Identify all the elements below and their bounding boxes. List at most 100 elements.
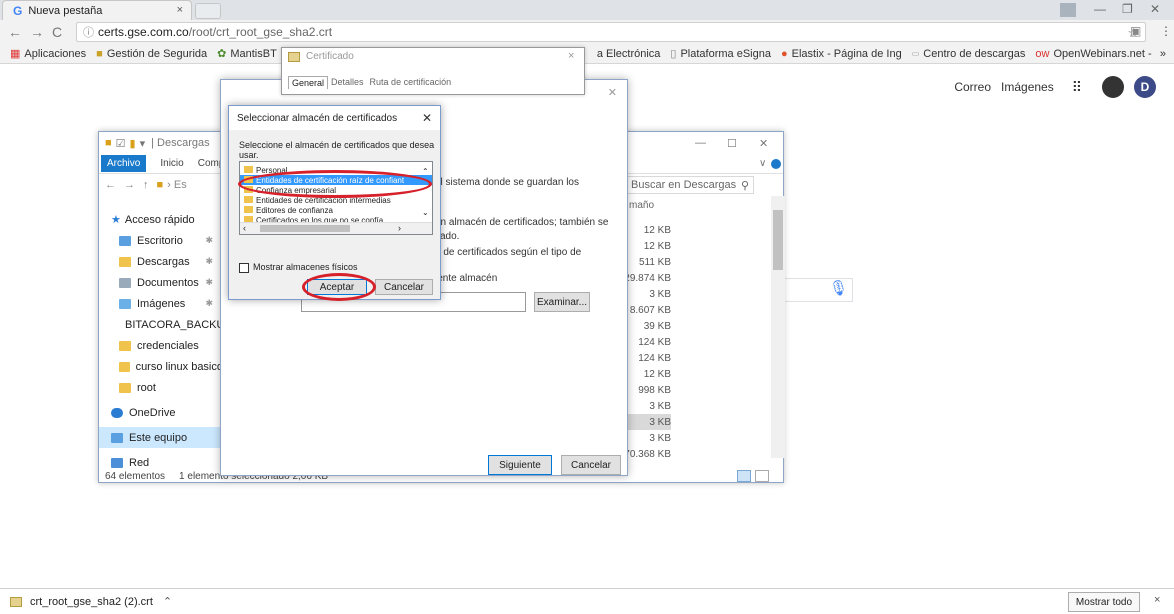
address-bar[interactable]: ⓘ certs.gse.com.co/root/crt_root_gse_sha…	[76, 22, 1146, 42]
sidebar-item-escritorio[interactable]: Escritorio ✱	[99, 230, 223, 251]
explorer-sidebar: ★ Acceso rápido Escritorio ✱ Descargas ✱ Do…	[99, 196, 232, 469]
apps-icon: ▦	[10, 48, 21, 60]
bookmarks-more[interactable]: »	[1160, 48, 1166, 60]
pin-icon: ✱	[205, 277, 213, 287]
forward-icon[interactable]: →	[124, 179, 135, 191]
downloads-icon	[119, 256, 131, 267]
sidebar-item-quick-access[interactable]: ★ Acceso rápido	[99, 209, 223, 230]
menu-icon[interactable]: ⋮	[1160, 24, 1172, 38]
bug-icon: ✿	[217, 48, 227, 60]
dialog-title: Certificado	[306, 51, 354, 62]
scrollbar-thumb[interactable]	[773, 210, 783, 270]
bookmark-descargas[interactable]: ▭ Centro de descargas	[912, 48, 1026, 60]
download-item[interactable]: crt_root_gse_sha2 (2).crt	[30, 596, 153, 608]
scroll-down-icon[interactable]: ⌄	[422, 208, 429, 217]
tab-ruta[interactable]: Ruta de certificación	[367, 76, 455, 89]
address-path[interactable]: › Es	[167, 179, 187, 191]
maximize-icon[interactable]: ❐	[1122, 2, 1133, 16]
scroll-right-icon[interactable]: ›	[398, 223, 401, 233]
store-item[interactable]: Editores de confianza	[240, 205, 432, 215]
dialog-header: Seleccionar almacén de certificados	[229, 106, 440, 130]
details-view-icon[interactable]	[737, 470, 751, 482]
profile-icon[interactable]	[1060, 3, 1076, 17]
info-icon[interactable]: ⓘ	[83, 24, 94, 40]
bookmark-esigna[interactable]: ▯ Plataforma eSigna	[670, 47, 771, 61]
browse-button[interactable]: Examinar...	[534, 292, 590, 312]
close-icon[interactable]: ✕	[608, 86, 617, 99]
wizard-text-4: n de certificados según el tipo de	[435, 247, 582, 258]
bookmark-gestion[interactable]: ■ Gestión de Segurida	[96, 48, 207, 60]
wizard-text-1: el sistema donde se guardan los	[435, 177, 579, 188]
forward-icon[interactable]: →	[30, 24, 44, 40]
chevron-up-icon[interactable]: ⌃	[163, 595, 172, 608]
sidebar-item-este-equipo[interactable]: Este equipo	[99, 427, 223, 448]
horizontal-scrollbar[interactable]: ‹ ›	[240, 222, 432, 234]
cert-tabs: General Detalles Ruta de certificación	[288, 76, 454, 89]
show-physical-checkbox[interactable]	[239, 263, 249, 273]
bookmark-apps[interactable]: ▦ Aplicaciones	[10, 47, 86, 61]
status-count: 64 elementos	[105, 470, 166, 482]
scrollbar-thumb[interactable]	[260, 225, 350, 232]
bookmark-mantis[interactable]: ✿ MantisBT	[217, 47, 277, 61]
highlight-ring-accept	[302, 273, 376, 301]
sidebar-item-imagenes[interactable]: Imágenes ✱	[99, 293, 223, 314]
sidebar-item-curso[interactable]: curso linux basico	[99, 356, 223, 377]
sidebar-item-descargas[interactable]: Descargas ✱	[99, 251, 223, 272]
avatar[interactable]: D	[1134, 76, 1156, 98]
sidebar-item-credenciales[interactable]: credenciales	[99, 335, 223, 356]
show-all-button[interactable]: Mostrar todo	[1068, 592, 1140, 612]
chevron-down-icon[interactable]: ∨	[759, 158, 766, 169]
sidebar-item-documentos[interactable]: Documentos ✱	[99, 272, 223, 293]
wizard-text-5: iente almacén	[435, 273, 498, 284]
scroll-left-icon[interactable]: ‹	[243, 223, 246, 233]
sidebar-item-onedrive[interactable]: OneDrive	[99, 402, 223, 423]
minimize-icon[interactable]: —	[1094, 2, 1106, 16]
new-tab-button[interactable]	[195, 3, 221, 19]
large-icons-view-icon[interactable]	[755, 470, 769, 482]
tab-close-icon[interactable]: ×	[177, 4, 183, 16]
pictures-icon	[119, 298, 131, 309]
minimize-icon[interactable]: —	[695, 137, 706, 149]
dropdown-icon[interactable]: ▾	[140, 137, 146, 150]
microphone-icon[interactable]: 🎙	[829, 279, 848, 297]
maximize-icon[interactable]: ☐	[727, 137, 737, 150]
notifications-icon[interactable]	[1102, 76, 1124, 98]
close-icon[interactable]: ✕	[759, 137, 768, 150]
explorer-search-input[interactable]: Buscar en Descargas ⚲	[626, 176, 754, 194]
cancel-button[interactable]: Cancelar	[375, 279, 433, 295]
computer-icon	[111, 432, 123, 443]
next-button[interactable]: Siguiente	[488, 455, 552, 475]
gmail-link[interactable]: Correo	[954, 80, 991, 94]
scroll-up-icon[interactable]: ⌃	[422, 167, 429, 176]
quick-access-icon[interactable]: ☑	[116, 137, 126, 150]
bookmark-elastix[interactable]: ● Elastix - Página de Ing	[781, 48, 902, 60]
close-downloads-icon[interactable]: ×	[1154, 594, 1160, 606]
bookmark-electronica[interactable]: a Electrónica	[597, 48, 661, 60]
tab-title: Nueva pestaña	[28, 4, 103, 17]
help-icon[interactable]	[771, 159, 781, 169]
dialog-prompt: Seleccione el almacén de certificados qu…	[239, 140, 435, 160]
apps-grid-icon[interactable]: ⠿	[1072, 79, 1082, 96]
reload-icon[interactable]: C	[52, 24, 62, 40]
store-select-dialog: Seleccionar almacén de certificados ✕ Se…	[228, 105, 441, 300]
browser-tab[interactable]: G Nueva pestaña ×	[2, 0, 192, 20]
sidebar-item-root[interactable]: root	[99, 377, 223, 398]
tab-archivo[interactable]: Archivo	[101, 155, 147, 172]
images-link[interactable]: Imágenes	[1001, 80, 1054, 94]
up-icon[interactable]: ↑	[143, 179, 149, 191]
close-icon[interactable]: ×	[568, 50, 574, 62]
bookmark-openwebinars[interactable]: ow OpenWebinars.net -	[1035, 48, 1151, 60]
tab-inicio[interactable]: Inicio	[160, 158, 183, 169]
back-icon[interactable]: ←	[8, 24, 22, 40]
certificate-file-icon	[10, 596, 22, 607]
sidebar-item-bitacora[interactable]: BITACORA_BACKUP	[99, 314, 232, 335]
tab-detalles[interactable]: Detalles	[328, 76, 367, 89]
back-icon[interactable]: ←	[105, 179, 116, 191]
cancel-button[interactable]: Cancelar	[561, 455, 621, 475]
documents-icon	[119, 277, 131, 288]
search-icon: ⚲	[740, 180, 749, 192]
tab-general[interactable]: General	[288, 76, 329, 89]
close-icon[interactable]: ✕	[422, 111, 432, 125]
close-window-icon[interactable]: ✕	[1150, 2, 1160, 16]
extension-icon[interactable]: ▣	[1130, 24, 1141, 38]
